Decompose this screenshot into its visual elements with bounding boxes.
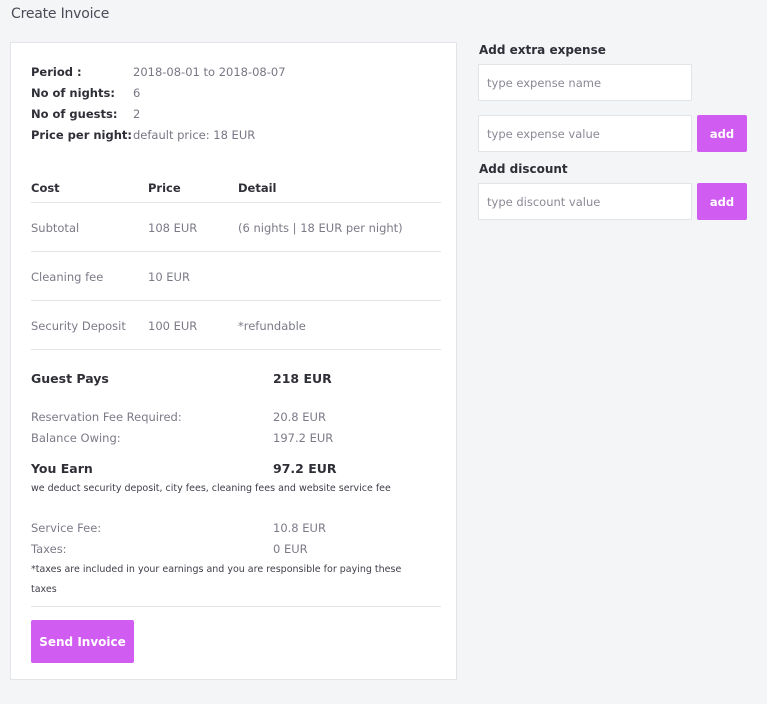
- col-header-price: Price: [148, 181, 181, 195]
- you-earn-label: You Earn: [31, 461, 93, 476]
- taxes-value: 0 EUR: [273, 542, 308, 556]
- guest-pays-value: 218 EUR: [273, 371, 332, 386]
- taxes-label: Taxes:: [31, 542, 67, 556]
- price-label: Price per night:: [31, 128, 133, 142]
- service-fee-label: Service Fee:: [31, 521, 102, 535]
- reservation-fee-value: 20.8 EUR: [273, 410, 326, 424]
- guest-pays-label: Guest Pays: [31, 371, 109, 386]
- row-cleaning-cost: Cleaning fee: [31, 270, 104, 284]
- reservation-fee-label: Reservation Fee Required:: [31, 410, 182, 424]
- service-fee-value: 10.8 EUR: [273, 521, 326, 535]
- row-subtotal-price: 108 EUR: [148, 221, 198, 235]
- guests-value: 2: [133, 107, 141, 121]
- taxes-note: *taxes are included in your earnings and…: [31, 564, 402, 575]
- discount-input[interactable]: [478, 183, 692, 220]
- taxes-note-cont: taxes: [31, 584, 57, 595]
- divider: [31, 606, 441, 607]
- col-header-detail: Detail: [238, 181, 277, 195]
- period-value: 2018-08-01 to 2018-08-07: [133, 65, 286, 79]
- discount-title: Add discount: [479, 162, 568, 176]
- balance-owing-label: Balance Owing:: [31, 431, 121, 445]
- row-subtotal-detail: (6 nights | 18 EUR per night): [238, 221, 403, 235]
- expense-value-input[interactable]: [478, 115, 692, 152]
- balance-owing-value: 197.2 EUR: [273, 431, 334, 445]
- expense-name-input[interactable]: [478, 64, 692, 101]
- send-invoice-button[interactable]: Send Invoice: [31, 620, 134, 663]
- row-subtotal-cost: Subtotal: [31, 221, 80, 235]
- divider: [31, 349, 441, 350]
- guests-label: No of guests:: [31, 107, 118, 121]
- invoice-card: Period : 2018-08-01 to 2018-08-07 No of …: [10, 42, 457, 680]
- row-deposit-price: 100 EUR: [148, 319, 198, 333]
- divider: [31, 251, 441, 252]
- you-earn-value: 97.2 EUR: [273, 461, 337, 476]
- divider: [31, 300, 441, 301]
- row-deposit-cost: Security Deposit: [31, 319, 126, 333]
- earn-note: we deduct security deposit, city fees, c…: [31, 483, 391, 494]
- nights-value: 6: [133, 86, 141, 100]
- divider: [31, 202, 441, 203]
- period-label: Period :: [31, 65, 82, 79]
- price-value: default price: 18 EUR: [133, 128, 256, 142]
- row-deposit-detail: *refundable: [238, 319, 306, 333]
- row-cleaning-price: 10 EUR: [148, 270, 190, 284]
- nights-label: No of nights:: [31, 86, 115, 100]
- page-title: Create Invoice: [11, 6, 110, 22]
- extra-expense-title: Add extra expense: [479, 43, 606, 57]
- add-expense-button[interactable]: add: [697, 115, 747, 152]
- col-header-cost: Cost: [31, 181, 60, 195]
- add-discount-button[interactable]: add: [697, 183, 747, 220]
